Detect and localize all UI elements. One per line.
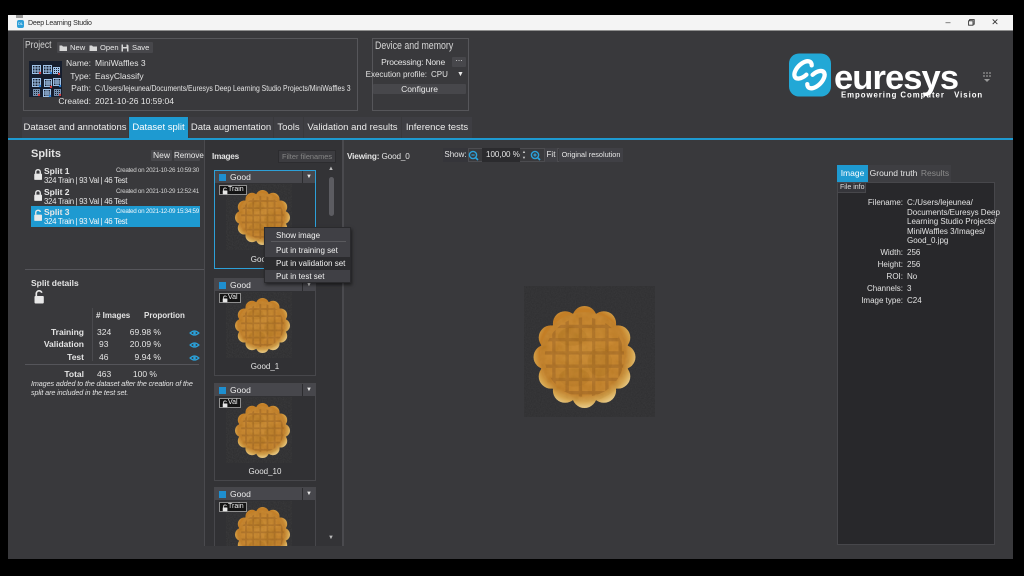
svg-text:Empowering Computer Vision: Empowering Computer Vision [841,91,983,100]
